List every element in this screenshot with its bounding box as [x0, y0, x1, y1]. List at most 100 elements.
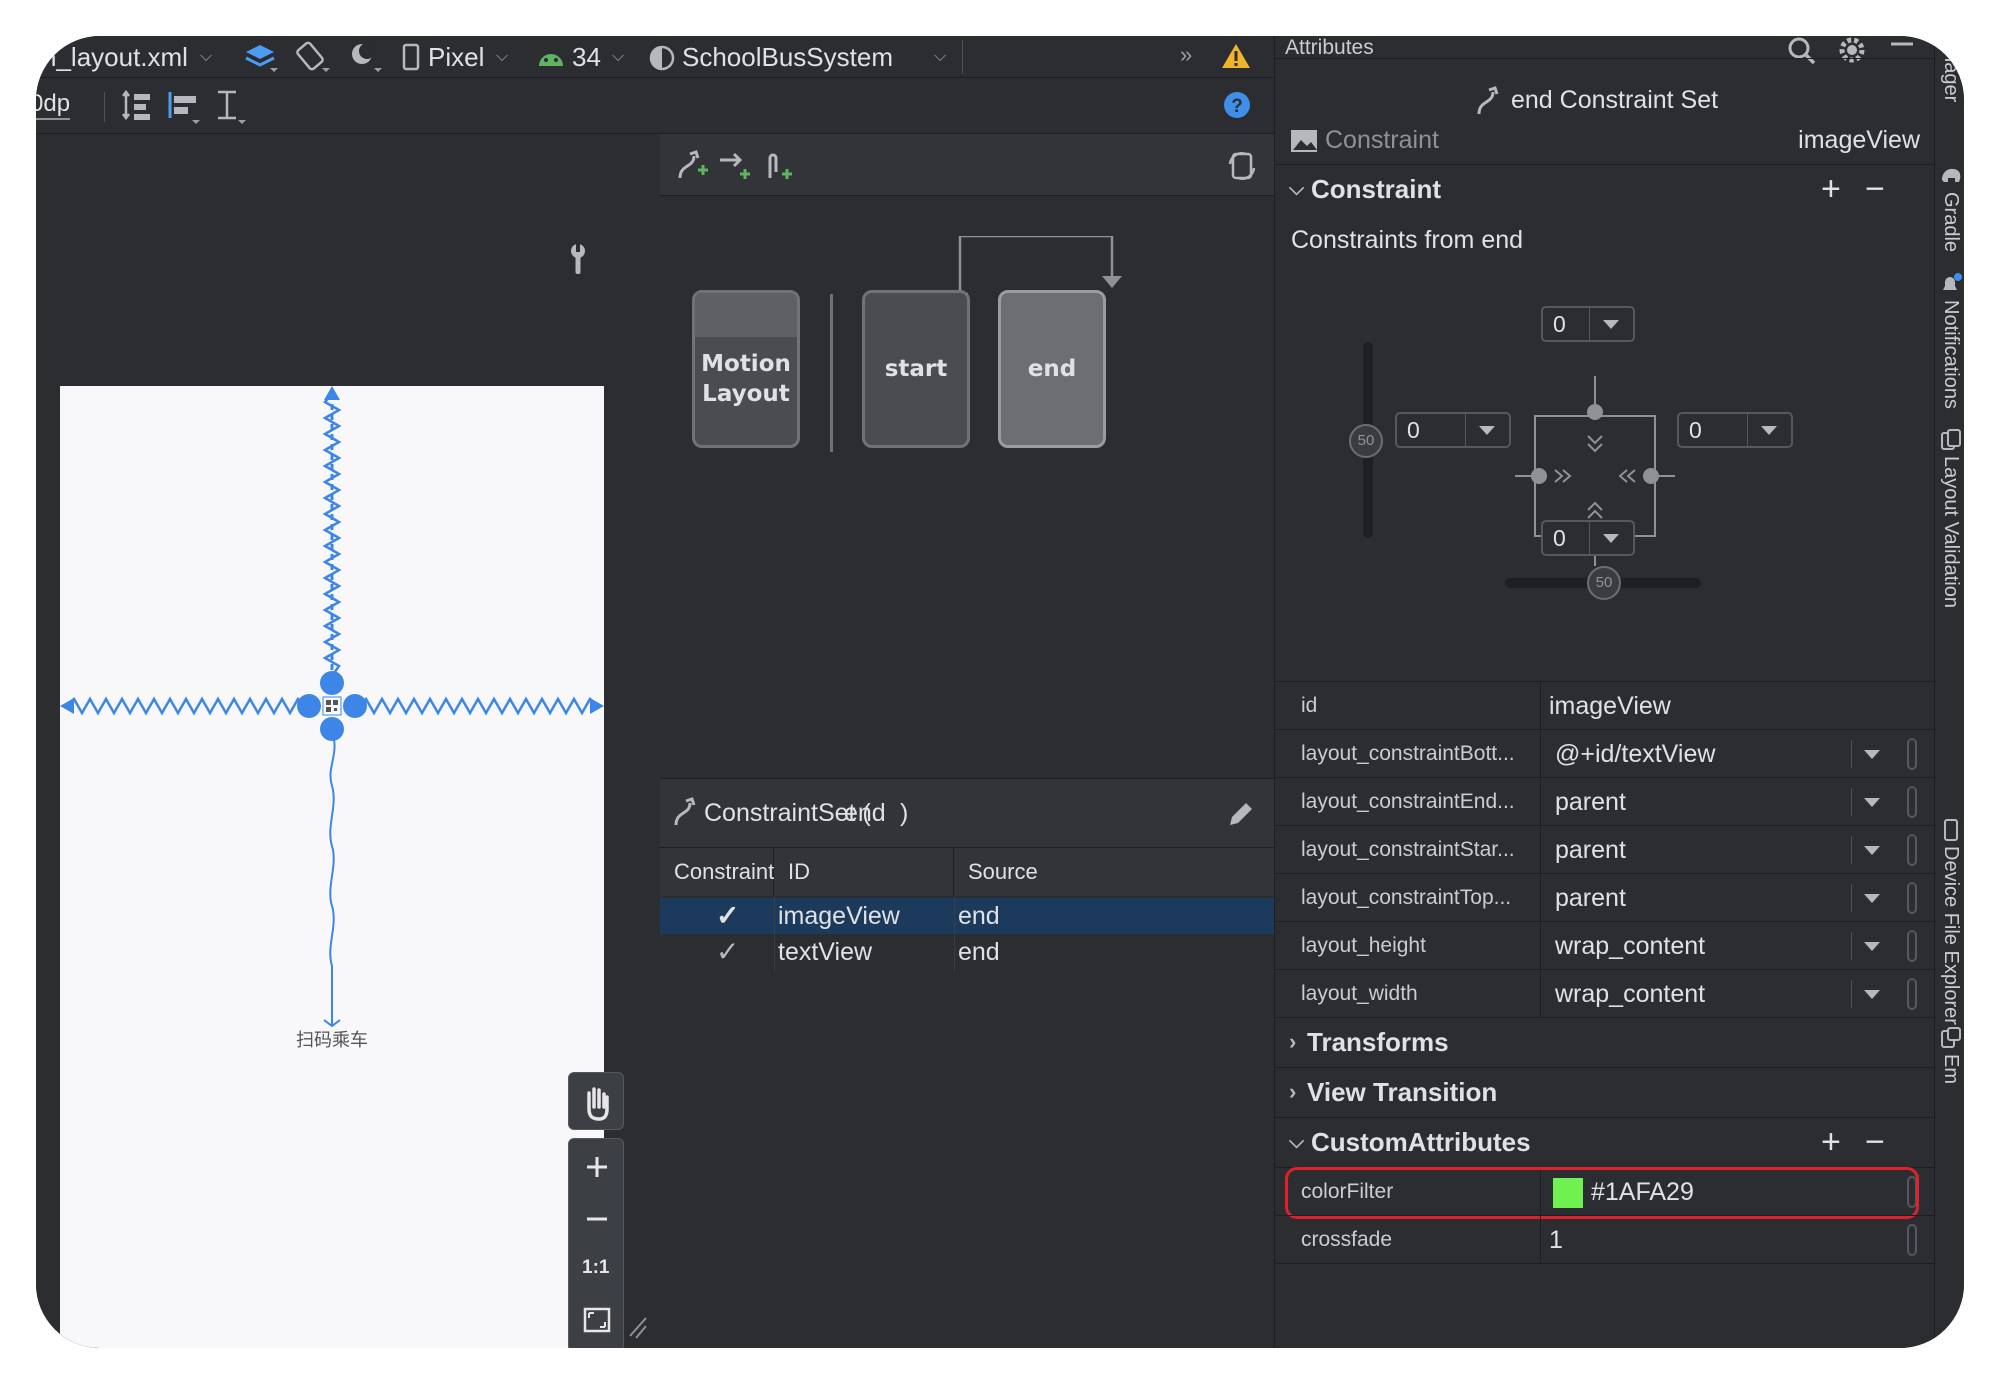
attr-value[interactable]: imageView	[1549, 682, 1671, 730]
device-dropdown[interactable]: Pixel	[428, 42, 484, 73]
create-click-handler-icon[interactable]	[760, 148, 796, 184]
right-anchor[interactable]	[1635, 466, 1675, 486]
attr-value[interactable]: parent	[1555, 826, 1626, 874]
zoom-in-icon[interactable]	[569, 1149, 625, 1185]
table-row[interactable]: ✓ imageView end	[660, 898, 1274, 934]
zoom-out-icon[interactable]	[569, 1201, 625, 1237]
device-screen[interactable]: 扫码乘车	[60, 386, 604, 1348]
margin-bottom-value: 0	[1553, 525, 1566, 551]
attr-value[interactable]: parent	[1555, 874, 1626, 922]
default-margin-dropdown[interactable]: 0dp	[36, 90, 71, 120]
remove-icon[interactable]: −	[1865, 165, 1885, 213]
layout-validation-icon	[1941, 429, 1961, 450]
section-constraint[interactable]: ⌵ Constraint + −	[1275, 164, 1935, 212]
margin-right-spinner[interactable]: 0	[1677, 412, 1793, 448]
night-mode-icon[interactable]	[346, 40, 386, 74]
theme-dropdown[interactable]: SchoolBusSystem	[682, 42, 893, 73]
overflow-chevron-icon[interactable]: »	[1180, 42, 1192, 68]
transition-arrow[interactable]	[900, 236, 1220, 296]
chevron-down-icon[interactable]	[1851, 884, 1895, 912]
section-custom-attributes[interactable]: ⌵ CustomAttributes + −	[1275, 1117, 1935, 1167]
tab-gradle[interactable]: Gradle	[1939, 192, 1962, 252]
api-level-dropdown[interactable]: 34	[572, 42, 601, 73]
start-constraintset-card[interactable]: start	[862, 290, 970, 448]
end-constraintset-card[interactable]: end	[998, 290, 1106, 448]
chevron-down-icon[interactable]	[1589, 308, 1633, 340]
resource-picker[interactable]	[1907, 738, 1917, 770]
chevron-down-icon[interactable]	[1851, 980, 1895, 1008]
motion-layout-card[interactable]: Motion Layout	[692, 290, 800, 448]
attr-row-constraint-start[interactable]: layout_constraintStar... parent	[1275, 825, 1935, 874]
resize-handle-icon[interactable]	[628, 1304, 648, 1340]
attr-row-layout-height[interactable]: layout_height wrap_content	[1275, 921, 1935, 970]
pan-button[interactable]	[568, 1072, 624, 1130]
wrench-icon[interactable]	[566, 242, 590, 278]
chevron-down-icon[interactable]	[1465, 414, 1509, 446]
tab-resource-manager[interactable]: anager	[1939, 40, 1962, 102]
resource-picker[interactable]	[1907, 834, 1917, 866]
attr-row-constraint-end[interactable]: layout_constraintEnd... parent	[1275, 777, 1935, 826]
left-anchor[interactable]	[1515, 466, 1555, 486]
pack-icon[interactable]	[120, 88, 156, 124]
help-icon[interactable]: ?	[1222, 90, 1252, 120]
attr-row-constraint-top[interactable]: layout_constraintTop... parent	[1275, 873, 1935, 922]
chevron-down-icon[interactable]	[1851, 836, 1895, 864]
table-row[interactable]: ✓ textView end	[660, 934, 1274, 970]
remove-icon[interactable]: −	[1865, 1118, 1885, 1166]
add-icon[interactable]: +	[1821, 1118, 1841, 1166]
warning-icon[interactable]	[1220, 42, 1252, 70]
file-name-dropdown[interactable]: n_layout.xml	[42, 42, 188, 73]
attr-row-layout-width[interactable]: layout_width wrap_content	[1275, 969, 1935, 1018]
custom-attr-row-crossfade[interactable]: crossfade 1	[1275, 1215, 1935, 1264]
resource-picker[interactable]	[1907, 1224, 1917, 1256]
gear-icon[interactable]	[1837, 36, 1867, 66]
chevron-down-icon[interactable]	[1851, 740, 1895, 768]
android-icon	[539, 54, 563, 66]
create-constraintset-icon[interactable]	[674, 148, 710, 184]
section-title: View Transition	[1307, 1077, 1498, 1107]
tab-layout-validation[interactable]: Layout Validation	[1939, 456, 1962, 608]
margin-bottom-spinner[interactable]: 0	[1541, 520, 1635, 556]
resource-picker[interactable]	[1907, 978, 1917, 1010]
margin-top-spinner[interactable]: 0	[1541, 306, 1635, 342]
vertical-bias-knob[interactable]: 50	[1349, 424, 1383, 458]
column-header-id[interactable]: ID	[774, 848, 954, 896]
margin-left-spinner[interactable]: 0	[1395, 412, 1511, 448]
orientation-icon[interactable]	[294, 40, 334, 74]
add-icon[interactable]: +	[1821, 165, 1841, 213]
motion-layout-label: Motion Layout	[701, 351, 791, 407]
chevron-down-icon[interactable]	[1851, 788, 1895, 816]
chevron-down-icon[interactable]	[1851, 932, 1895, 960]
design-canvas[interactable]: 扫码乘车 1:1	[36, 134, 660, 1348]
search-icon[interactable]	[1787, 36, 1817, 66]
minimize-icon[interactable]	[1887, 36, 1917, 56]
attr-row-constraint-bottom[interactable]: layout_constraintBott... @+id/textView	[1275, 729, 1935, 778]
resource-picker[interactable]	[1907, 786, 1917, 818]
guidelines-icon[interactable]	[212, 88, 248, 124]
tab-notifications[interactable]: Notifications	[1939, 300, 1962, 409]
attr-value[interactable]: @+id/textView	[1555, 730, 1715, 778]
attr-row-id[interactable]: id imageView	[1275, 681, 1935, 730]
layers-icon[interactable]	[242, 40, 282, 74]
column-header-source[interactable]: Source	[954, 848, 1274, 896]
text-view-label[interactable]: 扫码乘车	[296, 1026, 368, 1052]
attr-value[interactable]: 1	[1549, 1216, 1563, 1264]
attr-value[interactable]: parent	[1555, 778, 1626, 826]
resource-picker[interactable]	[1907, 930, 1917, 962]
resource-picker[interactable]	[1907, 882, 1917, 914]
section-view-transition[interactable]: › View Transition	[1275, 1067, 1935, 1117]
column-header-constraint[interactable]: Constraint	[660, 848, 774, 896]
edit-icon[interactable]	[1226, 799, 1256, 829]
cycle-layout-icon[interactable]	[1226, 148, 1258, 184]
zoom-actual-size-button[interactable]: 1:1	[582, 1257, 609, 1279]
attr-value[interactable]: wrap_content	[1555, 922, 1705, 970]
attr-value[interactable]: wrap_content	[1555, 970, 1705, 1018]
create-transition-icon[interactable]	[718, 148, 754, 184]
zoom-to-fit-icon[interactable]	[569, 1301, 625, 1341]
tab-emulator[interactable]: Em	[1939, 1054, 1962, 1084]
tab-device-file-explorer[interactable]: Device File Explorer	[1939, 846, 1962, 1025]
chevron-down-icon[interactable]	[1747, 414, 1791, 446]
chevron-down-icon[interactable]	[1589, 522, 1633, 554]
align-icon[interactable]	[166, 88, 202, 124]
section-transforms[interactable]: › Transforms	[1275, 1017, 1935, 1067]
